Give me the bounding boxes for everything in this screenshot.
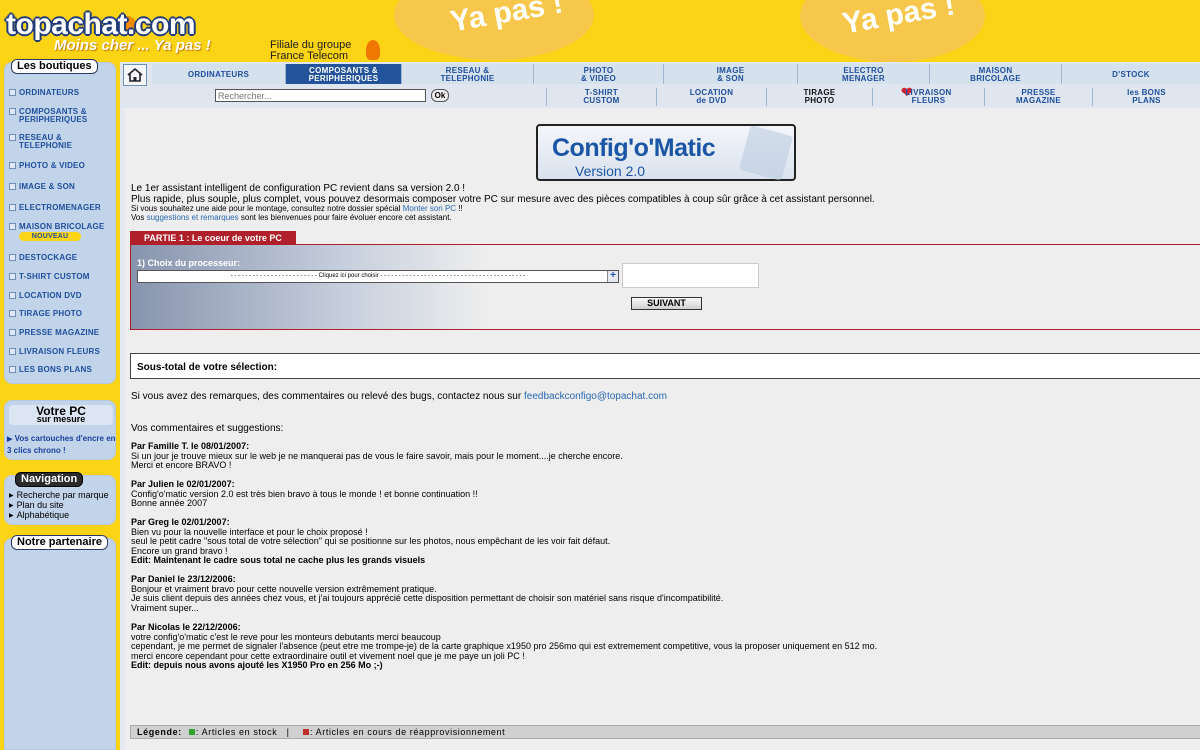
intro-line-4: Vos suggestions et remarques sont les bi… — [131, 213, 452, 222]
slogan-bubble-left: Ya pas ! — [394, 0, 594, 60]
legend-bar: Légende: : Articles en stock | : Article… — [130, 725, 1200, 739]
partenaire-title: Notre partenaire — [11, 535, 108, 550]
comments-title: Vos commentaires et suggestions: — [131, 423, 284, 434]
sub-livraison-fleurs[interactable]: ❤ LIVRAISON FLEURS — [872, 85, 984, 106]
plus-icon — [9, 89, 16, 96]
sidebar: Les boutiques ORDINATEURS COMPOSANTS & PE… — [0, 59, 120, 750]
navigation-box: Navigation Recherche par marque Plan du … — [4, 472, 116, 525]
plus-icon — [9, 134, 16, 141]
slogan: Moins cher ... Ya pas ! — [54, 37, 211, 54]
nav-link-alphabetique[interactable]: Alphabétique — [9, 510, 70, 521]
boutiques-box: Les boutiques ORDINATEURS COMPOSANTS & PE… — [4, 59, 116, 384]
slogan-bubble-right: Ya pas ! — [800, 0, 985, 62]
comment-item: Par Nicolas le 22/12/2006: votre config'… — [131, 622, 878, 670]
monter-pc-link[interactable]: Monter son PC — [403, 204, 456, 213]
feedback-line: Si vous avez des remarques, des commenta… — [131, 391, 668, 402]
home-button[interactable] — [123, 64, 147, 86]
plus-icon — [9, 273, 16, 280]
plus-icon — [9, 310, 16, 317]
cartouches-link[interactable]: ▶ Vos cartouches d'encre en 3 clics chro… — [7, 433, 117, 456]
comment-item: Par Julien le 02/01/2007: Config'o'matic… — [131, 479, 478, 508]
plus-icon — [9, 329, 16, 336]
sub-bons-plans[interactable]: les BONS PLANS — [1092, 88, 1200, 106]
plus-icon — [9, 204, 16, 211]
sidebar-item-presse[interactable]: PRESSE MAGAZINE — [9, 329, 99, 337]
sidebar-item-composants[interactable]: COMPOSANTS & PERIPHERIQUES — [9, 108, 87, 124]
processor-select[interactable]: - - - - - - - - - - - - - - - - - - - - … — [137, 270, 619, 283]
new-badge: NOUVEAU — [19, 232, 81, 241]
sidebar-item-tirage-photo[interactable]: TIRAGE PHOTO — [9, 310, 82, 318]
votre-pc-box[interactable]: Votre PC sur mesure ▶ Vos cartouches d'e… — [4, 400, 116, 460]
partie-1-tab: PARTIE 1 : Le coeur de votre PC — [130, 231, 296, 245]
suivant-button[interactable]: SUIVANT — [631, 297, 702, 310]
plus-icon — [9, 292, 16, 299]
votre-pc-banner[interactable]: Votre PC sur mesure — [9, 405, 113, 425]
puzzle-icon — [738, 125, 794, 181]
home-icon — [127, 67, 143, 82]
top-navigation: ORDINATEURS COMPOSANTS & PERIPHERIQUES RE… — [120, 62, 1200, 108]
plus-icon — [9, 348, 16, 355]
plus-icon — [9, 162, 16, 169]
search-ok-button[interactable]: Ok — [431, 89, 449, 102]
sidebar-item-photo-video[interactable]: PHOTO & VIDEO — [9, 162, 85, 170]
arrow-icon: ▶ — [7, 436, 13, 443]
sidebar-item-electromenager[interactable]: ELECTROMENAGER — [9, 204, 101, 212]
subtotal-box: Sous-total de votre sélection: — [130, 353, 1200, 379]
plus-icon — [9, 223, 16, 230]
plus-icon — [9, 108, 16, 115]
restock-icon — [302, 729, 309, 735]
search-input[interactable] — [215, 89, 426, 102]
tab-composants[interactable]: COMPOSANTS & PERIPHERIQUES — [286, 64, 402, 84]
tab-destock[interactable]: D'STOCK — [1062, 64, 1200, 84]
tab-reseau[interactable]: RESEAU & TELEPHONIE — [402, 64, 534, 84]
sub-location-dvd[interactable]: LOCATION de DVD — [656, 88, 766, 106]
sub-tirage-photo[interactable]: TIRAGE PHOTO — [766, 88, 872, 106]
intro-line-3: Si vous souhaitez une aide pour le monta… — [131, 204, 463, 213]
sidebar-item-bons-plans[interactable]: LES BONS PLANS — [9, 366, 92, 374]
feedback-email-link[interactable]: feedbackconfigo@topachat.com — [524, 391, 667, 402]
boutiques-title: Les boutiques — [11, 59, 98, 74]
main-content: Config'o'Matic Version 2.0 Le 1er assist… — [120, 108, 1200, 750]
site-header: topachat.com Moins cher ... Ya pas ! Ya … — [0, 0, 1200, 62]
in-stock-icon — [188, 729, 195, 735]
sidebar-item-maison-bricolage[interactable]: MAISON BRICOLAGE NOUVEAU — [9, 223, 104, 241]
sidebar-item-destockage[interactable]: DESTOCKAGE — [9, 254, 77, 262]
plus-icon[interactable]: + — [607, 271, 618, 282]
comment-item: Par Famille T. le 08/01/2007: Si un jour… — [131, 441, 623, 470]
sidebar-item-ordinateurs[interactable]: ORDINATEURS — [9, 89, 79, 97]
france-telecom-icon — [366, 40, 380, 60]
tab-electromenager[interactable]: ELECTRO MENAGER — [798, 64, 930, 84]
sidebar-item-reseau[interactable]: RESEAU & TELEPHONIE — [9, 134, 72, 150]
sub-tshirt[interactable]: T-SHIRT CUSTOM — [546, 88, 656, 106]
partenaire-box: Notre partenaire — [4, 535, 116, 750]
tab-image-son[interactable]: IMAGE & SON — [664, 64, 798, 84]
suggestions-link[interactable]: suggestions et remarques — [147, 213, 239, 222]
tab-ordinateurs[interactable]: ORDINATEURS — [152, 64, 286, 84]
sidebar-item-location-dvd[interactable]: LOCATION DVD — [9, 292, 82, 300]
processor-label: 1) Choix du processeur: — [137, 258, 241, 268]
sub-presse-magazine[interactable]: PRESSE MAGAZINE — [984, 88, 1092, 106]
sidebar-item-tshirt[interactable]: T-SHIRT CUSTOM — [9, 273, 90, 281]
plus-icon — [9, 254, 16, 261]
logo[interactable]: topachat.com Moins cher ... Ya pas ! — [0, 0, 264, 62]
plus-icon — [9, 183, 16, 190]
filiale-text[interactable]: Filiale du groupe France Telecom — [270, 40, 351, 62]
partie-1-panel: 1) Choix du processeur: - - - - - - - - … — [130, 244, 1200, 330]
sidebar-item-fleurs[interactable]: LIVRAISON FLEURS — [9, 348, 100, 356]
navigation-title: Navigation — [15, 472, 84, 487]
plus-icon — [9, 366, 16, 373]
configomatic-logo: Config'o'Matic Version 2.0 — [536, 124, 796, 181]
comment-item: Par Daniel le 23/12/2006: Bonjour et vra… — [131, 574, 724, 613]
comment-item: Par Greg le 02/01/2007: Bien vu pour la … — [131, 517, 611, 565]
intro-line-1: Le 1er assistant intelligent de configur… — [131, 183, 466, 194]
tab-photo-video[interactable]: PHOTO & VIDEO — [534, 64, 664, 84]
tab-maison-bricolage[interactable]: MAISON BRICOLAGE — [930, 64, 1062, 84]
processor-preview — [622, 263, 759, 288]
sidebar-item-image-son[interactable]: IMAGE & SON — [9, 183, 75, 191]
